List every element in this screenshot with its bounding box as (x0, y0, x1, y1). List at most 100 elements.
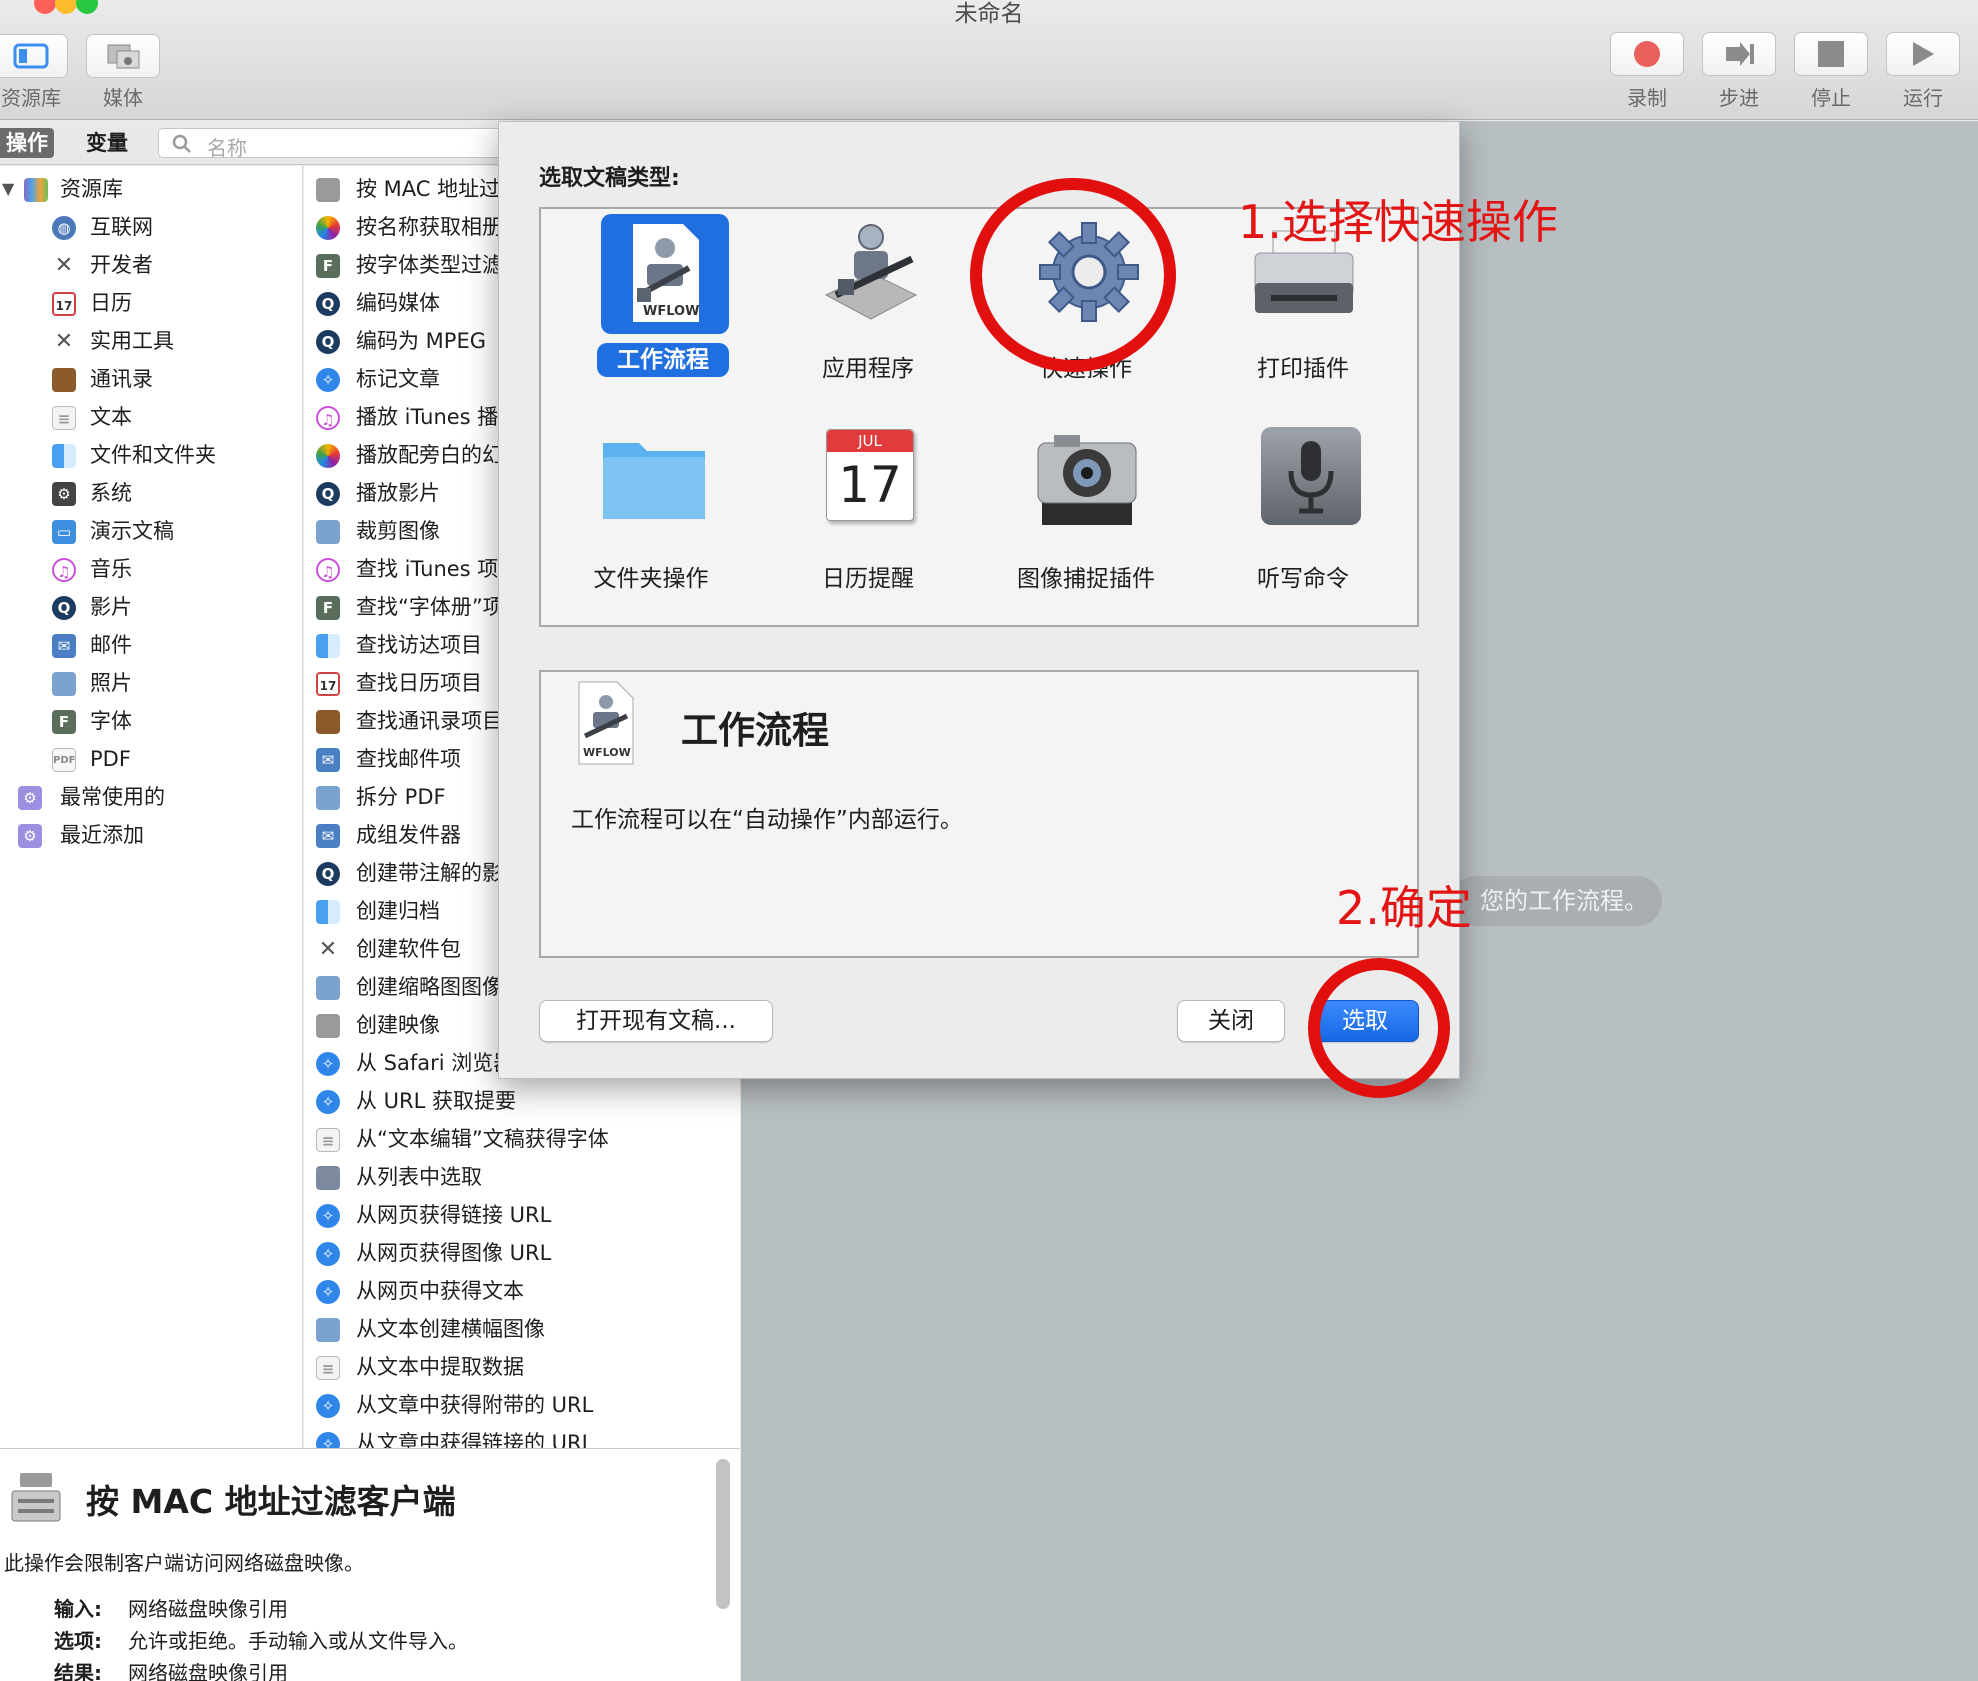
category-label: PDF (90, 747, 131, 771)
category-pdf[interactable]: PDF PDF (0, 740, 302, 778)
category-fonts[interactable]: F 字体 (0, 702, 302, 740)
close-button[interactable]: 关闭 (1177, 1000, 1285, 1042)
fontbook-icon: F (316, 596, 340, 620)
category-utilities[interactable]: ✕ 实用工具 (0, 322, 302, 360)
category-developer[interactable]: ✕ 开发者 (0, 246, 302, 284)
options-key: 选项: (54, 1629, 102, 1653)
media-label: 媒体 (103, 86, 143, 110)
action-description-panel: 按 MAC 地址过滤客户端 此操作会限制客户端访问网络磁盘映像。 输入: 网络磁… (0, 1448, 740, 1681)
step-icon (1726, 42, 1754, 66)
library-root[interactable]: ▼ 资源库 (0, 170, 302, 208)
record-icon (1634, 41, 1660, 67)
category-music[interactable]: ♫ 音乐 (0, 550, 302, 588)
description-scrollbar[interactable] (716, 1459, 730, 1609)
list-item[interactable]: ✧ 从文章中获得附带的 URL (304, 1386, 740, 1424)
category-presentations[interactable]: ▭ 演示文稿 (0, 512, 302, 550)
list-item[interactable]: 从文本创建横幅图像 (304, 1310, 740, 1348)
type-workflow[interactable]: WFLOW 工作流程 (551, 209, 751, 409)
smart-group-label: 最近添加 (60, 823, 144, 847)
smart-group-recently-added[interactable]: ⚙ 最近添加 (0, 816, 302, 854)
pdf-icon: PDF (52, 748, 76, 772)
library-label: 资源库 (1, 86, 61, 110)
list-item[interactable]: ✧ 从网页获得图像 URL (304, 1234, 740, 1272)
step-button[interactable] (1702, 32, 1776, 76)
tab-variables[interactable]: 变量 (80, 128, 134, 158)
action-label: 创建软件包 (356, 937, 461, 961)
safari-icon: ✧ (316, 368, 340, 392)
stop-button[interactable] (1794, 32, 1868, 76)
list-item[interactable]: ✧ 从网页获得链接 URL (304, 1196, 740, 1234)
category-label: 演示文稿 (90, 519, 174, 543)
category-label: 字体 (90, 709, 132, 733)
media-button[interactable] (86, 34, 160, 78)
mail-icon: ✉ (316, 748, 340, 772)
text-document-icon: ≡ (316, 1356, 340, 1380)
preview-icon (316, 1318, 340, 1342)
application-icon (824, 224, 918, 320)
tools-icon: ✕ (54, 329, 74, 354)
type-calendar-alarm[interactable]: JUL 17 日历提醒 (768, 419, 968, 619)
type-image-capture-plugin[interactable]: 图像捕捉插件 (986, 419, 1186, 619)
record-button[interactable] (1610, 32, 1684, 76)
list-item[interactable]: ≡ 从文本中提取数据 (304, 1348, 740, 1386)
mail-icon: ✉ (52, 634, 76, 658)
sheet-heading: 选取文稿类型: (539, 166, 680, 191)
server-icon (316, 1014, 340, 1038)
library-toggle-button[interactable] (0, 34, 68, 78)
search-input[interactable]: 名称 (158, 128, 538, 160)
type-application[interactable]: 应用程序 (768, 209, 968, 409)
camera-icon (1037, 435, 1137, 525)
calendar-day: 17 (838, 456, 902, 514)
smart-group-most-used[interactable]: ⚙ 最常使用的 (0, 778, 302, 816)
sidebar-icon (13, 43, 49, 69)
safari-icon: ✧ (316, 1090, 340, 1114)
category-calendar[interactable]: 17 日历 (0, 284, 302, 322)
detail-title: 工作流程 (681, 709, 829, 752)
list-item[interactable]: ≡ 从“文本编辑”文稿获得字体 (304, 1120, 740, 1158)
annotation-circle-choose (1308, 958, 1450, 1098)
list-item[interactable]: ✧ 从网页中获得文本 (304, 1272, 740, 1310)
type-label: 文件夹操作 (593, 566, 709, 592)
run-label: 运行 (1903, 86, 1943, 110)
category-photos[interactable]: 照片 (0, 664, 302, 702)
action-label: 裁剪图像 (356, 519, 440, 543)
category-movies[interactable]: Q 影片 (0, 588, 302, 626)
fontbook-icon: F (52, 710, 76, 734)
list-item[interactable]: ✧ 从文章中获得链接的 URL (304, 1424, 740, 1448)
action-label: 创建缩略图图像 (356, 975, 503, 999)
folder-icon (603, 443, 705, 519)
category-system[interactable]: ⚙ 系统 (0, 474, 302, 512)
category-internet[interactable]: ◍ 互联网 (0, 208, 302, 246)
type-label: 工作流程 (597, 343, 729, 377)
action-label: 从网页中获得文本 (356, 1279, 524, 1303)
music-icon: ♫ (316, 406, 340, 430)
calendar-icon: 17 (52, 292, 76, 316)
photos-icon (52, 672, 76, 696)
action-label: 创建映像 (356, 1013, 440, 1037)
play-icon (1913, 42, 1934, 66)
type-dictation-command[interactable]: 听写命令 (1203, 419, 1403, 619)
list-item[interactable]: ✧ 从 URL 获取提要 (304, 1082, 740, 1120)
category-files-folders[interactable]: 文件和文件夹 (0, 436, 302, 474)
category-text[interactable]: ≡ 文本 (0, 398, 302, 436)
category-mail[interactable]: ✉ 邮件 (0, 626, 302, 664)
preview-icon (316, 786, 340, 810)
smart-folder-icon: ⚙ (18, 786, 42, 810)
type-label: 听写命令 (1257, 566, 1349, 592)
workflow-hint: 您的工作流程。 (1450, 876, 1662, 926)
stop-icon (1818, 41, 1844, 67)
server-icon (316, 178, 340, 202)
category-label: 实用工具 (90, 329, 174, 353)
type-label: 应用程序 (822, 356, 914, 382)
toolbar: 未命名 资源库 媒体 录制 步进 停止 运行 (0, 0, 1978, 120)
open-existing-button[interactable]: 打开现有文稿... (539, 1000, 773, 1042)
type-folder-action[interactable]: 文件夹操作 (551, 419, 751, 619)
category-contacts[interactable]: 通讯录 (0, 360, 302, 398)
tab-actions[interactable]: 操作 (0, 128, 54, 158)
action-label: 查找 iTunes 项目 (356, 557, 520, 581)
disclosure-triangle-icon[interactable]: ▼ (2, 170, 14, 208)
action-label: 按名称获取相册 (356, 215, 503, 239)
list-item[interactable]: 从列表中选取 (304, 1158, 740, 1196)
run-button[interactable] (1886, 32, 1960, 76)
library-tree: ▼ 资源库 ◍ 互联网 ✕ 开发者 17 日历 ✕ 实用工具 通讯录 ≡ 文本 文件和文件… (0, 166, 303, 1448)
